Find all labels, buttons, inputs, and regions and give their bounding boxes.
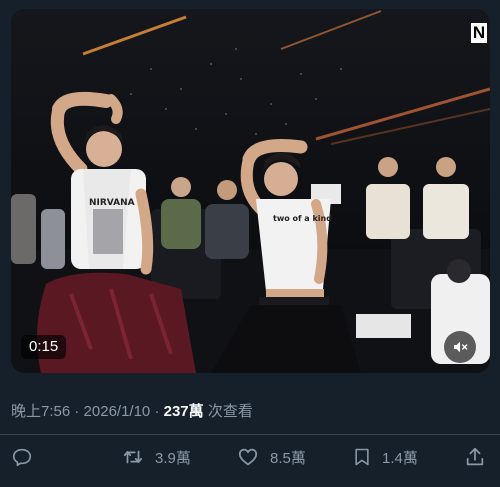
- view-count-label: 次查看: [203, 403, 253, 420]
- post-time[interactable]: 晚上7:56: [11, 403, 70, 420]
- bookmark-count: 1.4萬: [382, 449, 418, 467]
- like-icon: [238, 448, 258, 466]
- meta-separator: ·: [70, 403, 84, 420]
- share-button[interactable]: [464, 442, 486, 472]
- separator-gap: ·: [150, 403, 164, 420]
- mute-button[interactable]: [444, 331, 476, 363]
- reply-button[interactable]: [11, 442, 43, 472]
- video-elapsed-time: 0:15: [21, 335, 67, 359]
- reply-icon: [12, 448, 32, 467]
- share-icon: [466, 447, 484, 466]
- left-shirt-text: NIRVANA: [89, 198, 135, 208]
- right-shirt-text: two of a kind: [273, 214, 332, 223]
- tweet-metadata: 晚上7:56 · 2026/1/10 · 237萬 次查看: [11, 400, 253, 421]
- like-count: 8.5萬: [270, 449, 306, 467]
- bookmark-button[interactable]: 1.4萬: [352, 442, 418, 472]
- action-bar: 3.9萬 8.5萬 1.4萬: [0, 442, 500, 472]
- mute-icon: [454, 341, 468, 353]
- tweet-media-detail: NIRVANA two of a kind N 0:15 晚上7:56 · 20…: [0, 0, 500, 487]
- divider: [0, 434, 500, 435]
- like-button[interactable]: 8.5萬: [236, 442, 306, 472]
- retweet-button[interactable]: 3.9萬: [121, 442, 191, 472]
- brand-logo: N: [471, 23, 487, 43]
- retweet-count: 3.9萬: [155, 449, 191, 467]
- video-frame: NIRVANA two of a kind: [11, 9, 490, 373]
- view-count: 237萬: [163, 403, 204, 420]
- post-date[interactable]: 2026/1/10: [84, 403, 151, 420]
- retweet-icon: [123, 450, 143, 464]
- video-player[interactable]: NIRVANA two of a kind N 0:15: [11, 9, 490, 373]
- bookmark-icon: [355, 448, 369, 466]
